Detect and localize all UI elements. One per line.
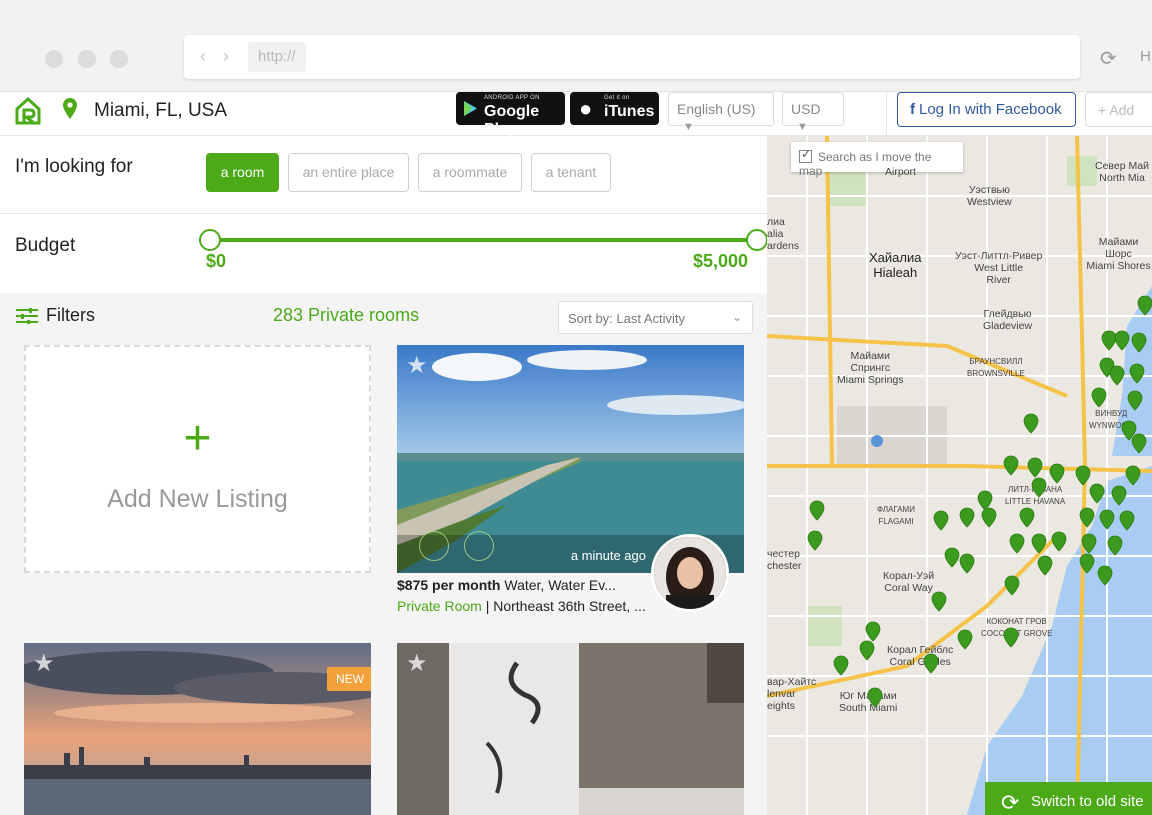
- map-panel[interactable]: Search as I move the map Север МайNorth …: [767, 136, 1152, 815]
- facebook-login-button[interactable]: f Log In with Facebook: [897, 92, 1076, 127]
- listing-photo[interactable]: ★ NEW: [24, 643, 371, 815]
- refresh-icon: ⟳: [1001, 790, 1020, 815]
- currency-select[interactable]: USD ▼: [782, 92, 844, 133]
- listing-description: Water, Water Ev...: [504, 577, 616, 593]
- map-label: ФЛАГАМИ FLAGAMI: [877, 505, 915, 526]
- address-bar[interactable]: [184, 35, 1080, 79]
- budget-section: Budget $0 $5,000: [0, 215, 768, 293]
- option-entire-place[interactable]: an entire place: [288, 153, 409, 192]
- language-value: English (US): [677, 101, 756, 117]
- map-label: Глейдвью Gladeview: [983, 308, 1033, 332]
- map-label: Airport: [885, 166, 916, 178]
- listing-price: $875 per month: [397, 577, 501, 593]
- browser-partial-label: H: [1140, 48, 1151, 65]
- map-label: лиа alia ardens: [767, 216, 800, 252]
- chevron-down-icon: ▼: [797, 121, 808, 133]
- google-play-big: Google Play: [484, 103, 540, 138]
- checkbox-checked-icon: [799, 147, 812, 163]
- map-label: Юг Майами South Miami: [839, 690, 898, 714]
- roomster-logo-icon[interactable]: [14, 96, 42, 126]
- add-new-listing-label: Add New Listing: [107, 485, 288, 513]
- listings-panel: Filters 283 Private rooms Sort by: Last …: [0, 293, 767, 815]
- listing-type-line: Private Room | Northeast 36th Street, ..…: [397, 598, 646, 614]
- listing-address: | Northeast 36th Street, ...: [481, 598, 646, 614]
- plus-icon: +: [183, 412, 212, 465]
- option-roommate[interactable]: a roommate: [418, 153, 522, 192]
- map-label: Уэствью Westview: [967, 184, 1012, 208]
- google-play-badge[interactable]: ANDROID APP ON Google Play: [456, 92, 565, 138]
- switch-old-site-label: Switch to old site: [1031, 793, 1144, 810]
- reload-icon[interactable]: ⟳: [1100, 46, 1117, 71]
- map-label: ЛИТЛ-ГАВАНА LITTLE HAVANA: [1005, 485, 1066, 506]
- filters-button[interactable]: Filters: [46, 305, 95, 326]
- play-triangle-icon: [464, 101, 477, 116]
- share-icon[interactable]: [464, 531, 494, 561]
- currency-value: USD: [791, 101, 821, 117]
- sort-value: Sort by: Last Activity: [568, 311, 686, 326]
- map-label: ВИНВУД WYNWOOD: [1089, 409, 1134, 430]
- option-tenant[interactable]: a tenant: [531, 153, 611, 192]
- apple-icon: ●: [579, 96, 593, 121]
- listing-photo-image: [397, 643, 744, 815]
- add-listing-header-button[interactable]: + Add: [1085, 92, 1152, 127]
- host-avatar[interactable]: [651, 534, 729, 612]
- map-label: честер chester: [767, 548, 802, 572]
- window-close-dot[interactable]: [45, 50, 63, 68]
- add-new-listing-card[interactable]: + Add New Listing: [24, 345, 371, 573]
- map-label: КОКОНАТ ГРОВ COCONUT GROVE: [981, 617, 1053, 638]
- favorite-star-icon[interactable]: ★: [33, 649, 55, 678]
- search-as-move-checkbox[interactable]: Search as I move the map: [791, 142, 963, 178]
- results-count: 283 Private rooms: [273, 305, 420, 325]
- listing-type: Private Room: [397, 598, 482, 614]
- listing-photo-image: [24, 643, 371, 815]
- map-label: Корал Гейблс Coral Gables: [887, 644, 954, 668]
- budget-label: Budget: [15, 235, 76, 256]
- host-avatar-image: [654, 537, 726, 609]
- map-label: Хайалиа Hialeah: [869, 250, 922, 280]
- switch-old-site-button[interactable]: ⟳ Switch to old site: [985, 782, 1152, 815]
- itunes-badge[interactable]: ● Get it on iTunes: [570, 92, 659, 125]
- google-play-small: ANDROID APP ON: [484, 95, 540, 101]
- filters-icon[interactable]: [16, 308, 38, 324]
- nav-arrows-icon[interactable]: ‹ ›: [200, 46, 235, 67]
- chevron-down-icon: ⌄: [731, 310, 742, 324]
- looking-for-section: I'm looking for a room an entire place a…: [0, 136, 767, 214]
- map-label: Север Май North Mia: [1095, 160, 1150, 184]
- location-pin-icon: [63, 98, 77, 119]
- favorite-star-icon[interactable]: ★: [406, 351, 428, 380]
- budget-min-value: $0: [206, 251, 227, 271]
- chevron-down-icon: ▼: [683, 121, 694, 133]
- app-header: Miami, FL, USA ANDROID APP ON Google Pla…: [0, 92, 1152, 138]
- budget-max-value: $5,000: [693, 251, 749, 271]
- new-badge: NEW: [327, 667, 371, 691]
- location-text[interactable]: Miami, FL, USA: [94, 100, 227, 122]
- option-a-room[interactable]: a room: [206, 153, 279, 192]
- window-minimize-dot[interactable]: [78, 50, 96, 68]
- budget-max-handle[interactable]: [746, 229, 768, 251]
- listing-photo[interactable]: ★: [397, 643, 744, 815]
- listing-price-line[interactable]: $875 per month Water, Water Ev...: [397, 577, 616, 593]
- map-label: Майами Шорс Miami Shores: [1086, 236, 1151, 272]
- itunes-small: Get it on: [604, 95, 630, 101]
- map-label: БРАУНСВИЛЛ BROWNSVILLE: [967, 357, 1025, 378]
- listing-time: a minute ago: [570, 548, 646, 563]
- itunes-big: iTunes: [604, 103, 655, 120]
- map-label: вар-Хайтс lenvar eights: [767, 676, 817, 712]
- budget-min-handle[interactable]: [199, 229, 221, 251]
- url-text[interactable]: http://: [248, 42, 306, 72]
- browser-chrome: ‹ › http:// ⟳ H: [0, 0, 1152, 92]
- facebook-icon: f: [910, 101, 915, 118]
- looking-for-label: I'm looking for: [15, 156, 133, 177]
- header-divider: [886, 92, 887, 136]
- favorite-star-icon[interactable]: ★: [406, 649, 428, 678]
- facebook-login-label: Log In with Facebook: [919, 101, 1062, 118]
- map-label: Майами Спрингс Miami Springs: [837, 350, 904, 386]
- map-label: Уэст-Литтл-Ривер West Little River: [955, 250, 1043, 286]
- map-label: Корал-Уэй Coral Way: [883, 570, 935, 594]
- sort-select[interactable]: Sort by: Last Activity ⌄: [558, 301, 753, 334]
- like-icon[interactable]: [419, 531, 449, 561]
- window-maximize-dot[interactable]: [110, 50, 128, 68]
- language-select[interactable]: English (US) ▼: [668, 92, 774, 133]
- budget-slider-track[interactable]: [210, 238, 757, 242]
